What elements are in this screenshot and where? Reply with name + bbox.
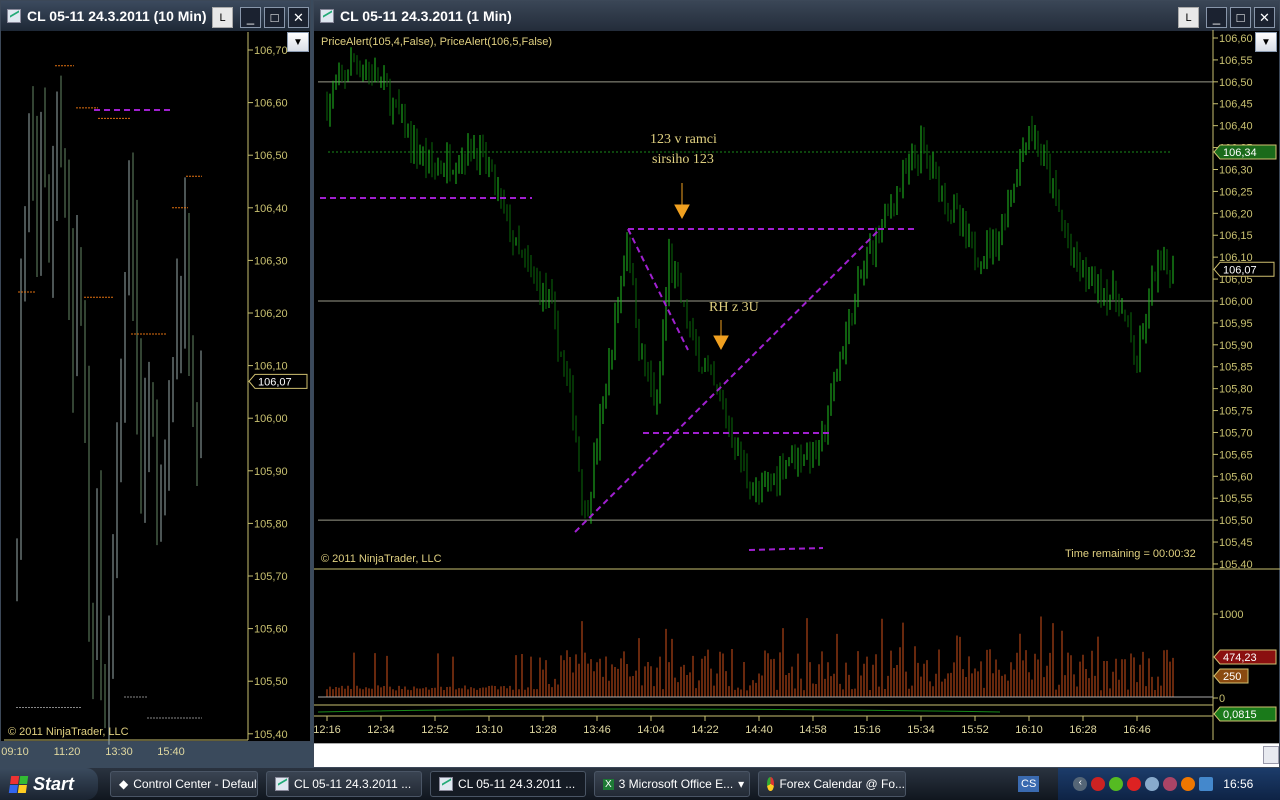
chart-menu-dropdown[interactable]: ▼ [1255, 32, 1277, 52]
taskbar-item-chart-1min[interactable]: CL 05-11 24.3.2011 ... [430, 771, 586, 797]
chrome-icon [767, 777, 775, 791]
close-button[interactable]: ✕ [288, 7, 309, 28]
chevron-down-icon: ▾ [738, 777, 745, 791]
windows-logo-icon [8, 775, 29, 793]
tray-network-icon[interactable] [1145, 777, 1160, 791]
taskbar-item-chrome[interactable]: Forex Calendar @ Fo... [758, 771, 906, 797]
ninjatrader-icon: ◆ [119, 777, 129, 791]
tray-app-icon[interactable] [1091, 777, 1106, 791]
time-axis-label: 09:10 [1, 746, 29, 758]
scroll-right-button[interactable] [1263, 746, 1279, 764]
annotation-123-v-ramci[interactable]: 123 v ramci [650, 132, 717, 148]
tray-avast-icon[interactable] [1181, 777, 1196, 791]
time-remaining: Time remaining = 00:00:32 [1065, 548, 1196, 560]
time-axis-label: 11:20 [54, 746, 81, 758]
tray-check-icon[interactable] [1109, 777, 1124, 791]
horizontal-scrollbar[interactable] [314, 743, 1279, 767]
copyright: © 2011 NinjaTrader, LLC [8, 726, 129, 738]
task-label: Control Center - Default [133, 777, 258, 791]
maximize-button[interactable]: □ [1230, 7, 1251, 28]
window-title: CL 05-11 24.3.2011 (1 Min) [340, 8, 512, 24]
taskbar-item-control-center[interactable]: ◆ Control Center - Default [110, 771, 258, 797]
chart-window-1min: CL 05-11 24.3.2011 (1 Min) L _ □ ✕ ▼ [313, 0, 1280, 768]
task-label: CL 05-11 24.3.2011 ... [294, 777, 412, 791]
taskbar: Start ◆ Control Center - Default CL 05-11… [0, 768, 1280, 800]
annotation-sirsiho-123[interactable]: sirsiho 123 [652, 152, 714, 168]
clock: 16:56 [1223, 777, 1254, 791]
maximize-button[interactable]: □ [264, 7, 285, 28]
excel-icon: X [603, 778, 614, 790]
time-axis-label: 13:30 [105, 746, 133, 758]
title-bar[interactable]: CL 05-11 24.3.2011 (1 Min) [314, 1, 1279, 31]
chart-app-icon [7, 9, 21, 23]
layout-button[interactable]: L [212, 7, 233, 28]
task-label: Forex Calendar @ Fo... [779, 777, 905, 791]
time-axis-label: 15:40 [157, 746, 185, 758]
minimize-button[interactable]: _ [1206, 7, 1227, 28]
chart-menu-dropdown[interactable]: ▼ [287, 32, 309, 52]
window-title: CL 05-11 24.3.2011 (10 Min) [27, 8, 207, 24]
chart-window-10min: CL 05-11 24.3.2011 (10 Min) L _ □ ✕ ▼ [0, 0, 311, 742]
taskbar-item-excel[interactable]: X 3 Microsoft Office E... ▾ [594, 771, 750, 797]
tray-volume-icon[interactable] [1163, 777, 1178, 791]
start-label: Start [33, 773, 75, 794]
chart-app-icon [439, 777, 453, 791]
language-indicator[interactable]: CS [1018, 776, 1040, 792]
tray-security-icon[interactable] [1127, 777, 1142, 791]
chart-app-icon [275, 777, 289, 791]
indicator-label: PriceAlert(105,4,False), PriceAlert(106,… [321, 36, 553, 48]
minimize-button[interactable]: _ [240, 7, 261, 28]
task-label: CL 05-11 24.3.2011 ... [458, 777, 576, 791]
layout-button[interactable]: L [1178, 7, 1199, 28]
start-button[interactable]: Start [0, 768, 98, 800]
annotation-rh-z-3u[interactable]: RH z 3U [709, 300, 759, 316]
chart-app-icon [320, 9, 334, 23]
taskbar-item-chart-10min[interactable]: CL 05-11 24.3.2011 ... [266, 771, 422, 797]
system-tray: CS ‹ 16:56 [1018, 768, 1280, 800]
task-label: 3 Microsoft Office E... [618, 777, 734, 791]
tray-expand-icon[interactable]: ‹ [1073, 777, 1088, 791]
close-button[interactable]: ✕ [1254, 7, 1275, 28]
copyright: © 2011 NinjaTrader, LLC [321, 553, 442, 565]
tray-device-icon[interactable] [1199, 777, 1214, 791]
